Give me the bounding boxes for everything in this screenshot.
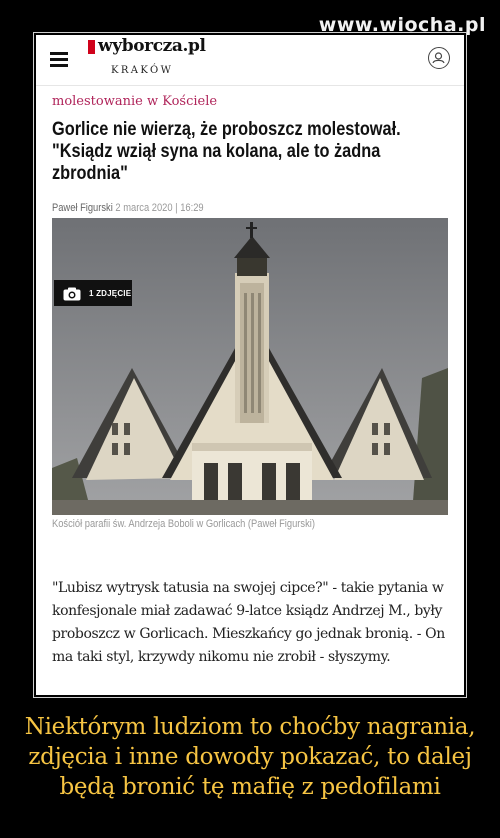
article-lead: "Lubisz wytrysk tatusia na swojej cipce?… (52, 580, 445, 665)
logo-mark (88, 40, 95, 54)
article-screenshot: wyborcza.pl KRAKÓW molestowanie w Koście… (36, 35, 464, 695)
article-photo[interactable] (52, 218, 448, 515)
author[interactable]: Paweł Figurski (52, 202, 113, 214)
logo[interactable]: wyborcza.pl (98, 36, 206, 56)
church-photo (52, 218, 448, 515)
byline: Paweł Figurski 2 marca 2020 | 16:29 (52, 202, 204, 214)
photo-caption: Kościół parafii św. Andrzeja Boboli w Go… (52, 518, 315, 530)
meme-caption: Niektórym ludziom to choćby nagrania, zd… (24, 714, 476, 800)
publish-date: 2 marca 2020 | 16:29 (115, 202, 204, 214)
app-header: wyborcza.pl KRAKÓW (36, 35, 464, 86)
photo-count-label: 1 ZDJĘCIE (89, 288, 132, 298)
article-category[interactable]: molestowanie w Kościele (52, 94, 217, 109)
city-label: KRAKÓW (111, 65, 174, 76)
user-icon[interactable] (428, 47, 450, 69)
photo-count-badge[interactable]: 1 ZDJĘCIE (54, 280, 132, 306)
menu-icon[interactable] (50, 52, 68, 67)
camera-icon (63, 286, 81, 301)
article-headline: Gorlice nie wierzą, że proboszcz molesto… (52, 119, 401, 184)
